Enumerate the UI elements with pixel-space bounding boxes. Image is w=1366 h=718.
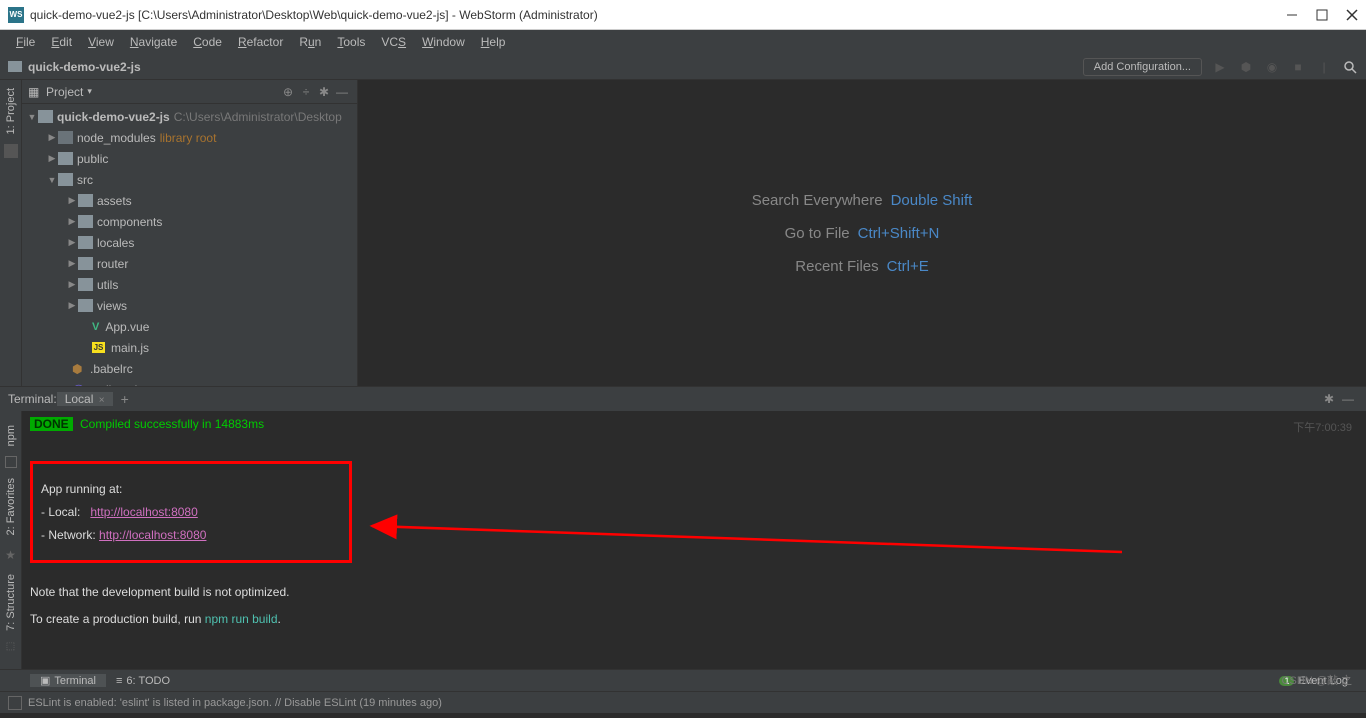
nav-bar: quick-demo-vue2-js Add Configuration... … bbox=[0, 54, 1366, 80]
terminal-tab-button[interactable]: ▣Terminal bbox=[30, 674, 106, 687]
terminal-icon: ▣ bbox=[40, 674, 50, 687]
menu-window[interactable]: Window bbox=[414, 35, 473, 49]
menu-run[interactable]: Run bbox=[291, 35, 329, 49]
tree-assets[interactable]: ▶assets bbox=[22, 190, 357, 211]
menu-bar: File Edit View Navigate Code Refactor Ru… bbox=[0, 30, 1366, 54]
breadcrumb[interactable]: quick-demo-vue2-js bbox=[28, 60, 141, 74]
window-titlebar: WS quick-demo-vue2-js [C:\Users\Administ… bbox=[0, 0, 1366, 30]
status-bar: ESLint is enabled: 'eslint' is listed in… bbox=[0, 691, 1366, 713]
close-icon[interactable] bbox=[1346, 9, 1358, 21]
note-line-2: To create a production build, run npm ru… bbox=[30, 608, 1354, 631]
terminal-body[interactable]: npm 2: Favorites ★ 7: Structure ⬚ DONE C… bbox=[0, 411, 1366, 669]
menu-edit[interactable]: Edit bbox=[43, 35, 80, 49]
maximize-icon[interactable] bbox=[1316, 9, 1328, 21]
terminal-left-bar: npm 2: Favorites ★ 7: Structure ⬚ bbox=[0, 411, 22, 669]
window-title: quick-demo-vue2-js [C:\Users\Administrat… bbox=[30, 8, 1286, 22]
locate-icon[interactable]: ⊕ bbox=[279, 85, 297, 99]
tree-eslintrc[interactable]: ◯.eslintrc.js bbox=[22, 379, 357, 386]
structure-icon: ⬚ bbox=[6, 641, 15, 652]
network-url-link[interactable]: http://localhost:8080 bbox=[99, 528, 206, 542]
star-icon: ★ bbox=[5, 548, 16, 562]
todo-icon: ≡ bbox=[116, 675, 122, 687]
run-icon[interactable]: ▶ bbox=[1212, 59, 1228, 75]
hint-recent: Recent FilesCtrl+E bbox=[795, 258, 928, 275]
tool-square-icon[interactable] bbox=[4, 144, 18, 158]
note-line-1: Note that the development build is not o… bbox=[30, 581, 1354, 604]
menu-navigate[interactable]: Navigate bbox=[122, 35, 185, 49]
done-badge: DONE bbox=[30, 417, 73, 431]
tree-babelrc[interactable]: ⬢.babelrc bbox=[22, 358, 357, 379]
folder-icon bbox=[8, 61, 22, 72]
new-terminal-icon[interactable]: + bbox=[113, 391, 137, 407]
bottom-tool-tabs: ▣Terminal ≡6: TODO 1Event Log bbox=[0, 669, 1366, 691]
app-running-line: App running at: bbox=[41, 478, 341, 501]
tree-router[interactable]: ▶router bbox=[22, 253, 357, 274]
structure-tool-button[interactable]: 7: Structure bbox=[5, 568, 17, 637]
annotation-box: App running at: - Local: http://localhos… bbox=[30, 461, 352, 563]
network-label: - Network: bbox=[41, 528, 96, 542]
npm-box-icon bbox=[5, 456, 17, 468]
menu-view[interactable]: View bbox=[80, 35, 122, 49]
local-label: - Local: bbox=[41, 505, 80, 519]
left-tool-strip: 1: Project bbox=[0, 80, 22, 386]
project-tree: ▼ quick-demo-vue2-js C:\Users\Administra… bbox=[22, 104, 357, 386]
terminal-settings-icon[interactable]: ✱ bbox=[1320, 392, 1338, 406]
npm-tool-button[interactable]: npm bbox=[5, 419, 17, 452]
vue-file-icon: V bbox=[92, 321, 99, 333]
project-panel: ▦ Project ▾ ⊕ ÷ ✱ — ▼ quick-demo-vue2-js… bbox=[22, 80, 358, 386]
menu-tools[interactable]: Tools bbox=[329, 35, 373, 49]
terminal-timestamp: 下午7:00:39 bbox=[1293, 419, 1352, 435]
terminal-tab-local[interactable]: Local × bbox=[57, 392, 113, 406]
collapse-icon[interactable]: ÷ bbox=[297, 85, 315, 99]
search-icon[interactable] bbox=[1342, 59, 1358, 75]
hide-icon[interactable]: — bbox=[333, 85, 351, 99]
hint-search: Search EverywhereDouble Shift bbox=[752, 192, 973, 209]
tree-src[interactable]: ▼ src bbox=[22, 169, 357, 190]
project-tool-button[interactable]: 1: Project bbox=[5, 84, 17, 138]
close-tab-icon[interactable]: × bbox=[99, 395, 105, 406]
debug-icon[interactable]: ⬢ bbox=[1238, 59, 1254, 75]
project-view-icon: ▦ bbox=[28, 85, 42, 99]
settings-icon[interactable]: ✱ bbox=[315, 85, 333, 99]
js-file-icon: JS bbox=[92, 342, 105, 353]
terminal-panel: Terminal: Local × + ✱ — npm 2: Favorites… bbox=[0, 386, 1366, 669]
project-title[interactable]: Project bbox=[46, 85, 83, 99]
coverage-icon[interactable]: ◉ bbox=[1264, 59, 1280, 75]
local-url-link[interactable]: http://localhost:8080 bbox=[90, 505, 197, 519]
tree-node-modules[interactable]: ▶ node_modules library root bbox=[22, 127, 357, 148]
tree-locales[interactable]: ▶locales bbox=[22, 232, 357, 253]
app-icon: WS bbox=[8, 7, 24, 23]
divider-icon: | bbox=[1316, 59, 1332, 75]
watermark: CSDN @敲 之 bbox=[1282, 672, 1352, 688]
terminal-title: Terminal: bbox=[8, 392, 57, 406]
tree-root[interactable]: ▼ quick-demo-vue2-js C:\Users\Administra… bbox=[22, 106, 357, 127]
status-text: ESLint is enabled: 'eslint' is listed in… bbox=[28, 697, 442, 709]
favorites-tool-button[interactable]: 2: Favorites bbox=[5, 472, 17, 541]
tree-main-js[interactable]: JSmain.js bbox=[22, 337, 357, 358]
menu-code[interactable]: Code bbox=[185, 35, 230, 49]
menu-refactor[interactable]: Refactor bbox=[230, 35, 291, 49]
terminal-hide-icon[interactable]: — bbox=[1338, 392, 1358, 406]
project-header: ▦ Project ▾ ⊕ ÷ ✱ — bbox=[22, 80, 357, 104]
tree-utils[interactable]: ▶utils bbox=[22, 274, 357, 295]
tree-public[interactable]: ▶ public bbox=[22, 148, 357, 169]
menu-help[interactable]: Help bbox=[473, 35, 514, 49]
status-icon[interactable] bbox=[8, 696, 22, 710]
compiled-msg: Compiled successfully in 14883ms bbox=[80, 417, 264, 431]
stop-icon[interactable]: ■ bbox=[1290, 59, 1306, 75]
add-configuration-button[interactable]: Add Configuration... bbox=[1083, 58, 1202, 76]
menu-vcs[interactable]: VCS bbox=[373, 35, 414, 49]
tree-app-vue[interactable]: VApp.vue bbox=[22, 316, 357, 337]
menu-file[interactable]: File bbox=[8, 35, 43, 49]
chevron-down-icon[interactable]: ▾ bbox=[87, 86, 92, 97]
todo-tab-button[interactable]: ≡6: TODO bbox=[106, 675, 180, 687]
terminal-header: Terminal: Local × + ✱ — bbox=[0, 387, 1366, 411]
tree-components[interactable]: ▶components bbox=[22, 211, 357, 232]
editor-empty-state: Search EverywhereDouble Shift Go to File… bbox=[358, 80, 1366, 386]
hint-gotofile: Go to FileCtrl+Shift+N bbox=[785, 225, 940, 242]
tree-views[interactable]: ▶views bbox=[22, 295, 357, 316]
minimize-icon[interactable] bbox=[1286, 9, 1298, 21]
